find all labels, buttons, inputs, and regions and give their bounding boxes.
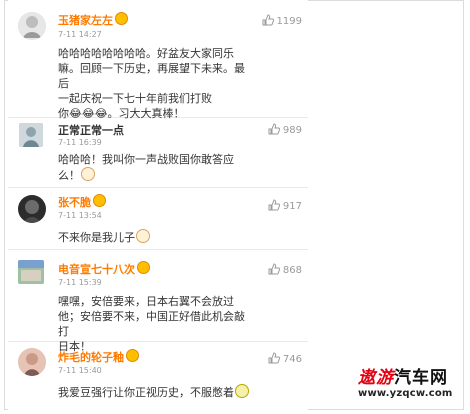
username[interactable]: 玉猪家左左 xyxy=(58,12,128,28)
like-button[interactable]: 1199 xyxy=(262,14,302,27)
avatar-image xyxy=(19,123,43,147)
like-button[interactable]: 917 xyxy=(268,199,302,212)
comment-item: 炸毛的轮子釉 7-11 15:40 746 我爱豆强行让你正视历史，不服憋着 xyxy=(8,342,308,408)
watermark-logo: 遨游汽车网 www.yzqcw.com xyxy=(358,368,462,408)
avatar-image xyxy=(18,260,44,284)
avatar-image xyxy=(18,348,46,376)
thumbs-up-icon xyxy=(268,263,280,275)
timestamp: 7-11 15:40 xyxy=(58,366,102,375)
verified-badge-icon xyxy=(115,12,128,25)
username[interactable]: 炸毛的轮子釉 xyxy=(58,349,139,365)
watermark-title: 遨游汽车网 xyxy=(358,368,448,388)
timestamp: 7-11 16:39 xyxy=(58,138,102,147)
comment-list: 玉猪家左左 7-11 14:27 1199 哈哈哈哈哈哈哈哈。好盆友大家同乐 嘛… xyxy=(8,0,308,414)
comment-text: 不来你是我儿子 xyxy=(58,229,248,245)
verified-badge-icon xyxy=(93,194,106,207)
username[interactable]: 张不脆 xyxy=(58,194,106,210)
comment-item: 张不脆 7-11 13:54 917 不来你是我儿子 xyxy=(8,188,308,250)
username[interactable]: 正常正常一点 xyxy=(58,122,124,138)
emoji-icon xyxy=(235,384,249,398)
thumbs-up-icon xyxy=(262,14,274,26)
comment-text: 我爱豆强行让你正视历史，不服憋着 xyxy=(58,384,288,400)
avatar[interactable] xyxy=(19,123,43,147)
comment-item: 电音宣七十八次 7-11 15:39 868 嘿嘿，安倍要来，日本右翼不会放过 … xyxy=(8,250,308,353)
avatar-image xyxy=(18,12,46,40)
emoji-icon xyxy=(81,167,95,181)
comment-item: 玉猪家左左 7-11 14:27 1199 哈哈哈哈哈哈哈哈。好盆友大家同乐 嘛… xyxy=(8,4,308,120)
avatar[interactable] xyxy=(18,348,46,376)
verified-badge-icon xyxy=(126,349,139,362)
like-button[interactable]: 989 xyxy=(268,123,302,136)
verified-badge-icon xyxy=(137,261,150,274)
thumbs-up-icon xyxy=(268,123,280,135)
like-button[interactable]: 746 xyxy=(268,352,302,365)
like-button[interactable]: 868 xyxy=(268,263,302,276)
comment-text: 哈哈哈！我叫你一声战败国你敢答应 么！ xyxy=(58,153,234,182)
avatar[interactable] xyxy=(18,195,46,223)
thumbs-up-icon xyxy=(268,199,280,211)
thumbs-up-icon xyxy=(268,352,280,364)
avatar[interactable] xyxy=(18,260,44,284)
watermark-url: www.yzqcw.com xyxy=(358,388,453,399)
emoji-icon xyxy=(136,229,150,243)
avatar[interactable] xyxy=(18,12,46,40)
comment-text: 哈哈哈哈哈哈哈哈。好盆友大家同乐 嘛。回顾一下历史，再展望下未来。最后 一起庆祝… xyxy=(58,47,245,120)
username[interactable]: 电音宣七十八次 xyxy=(58,261,150,277)
comment-item: 正常正常一点 7-11 16:39 989 哈哈哈！我叫你一声战败国你敢答应 么… xyxy=(8,118,308,188)
avatar-image xyxy=(18,195,46,223)
timestamp: 7-11 15:39 xyxy=(58,278,102,287)
timestamp: 7-11 14:27 xyxy=(58,30,102,39)
timestamp: 7-11 13:54 xyxy=(58,211,102,220)
